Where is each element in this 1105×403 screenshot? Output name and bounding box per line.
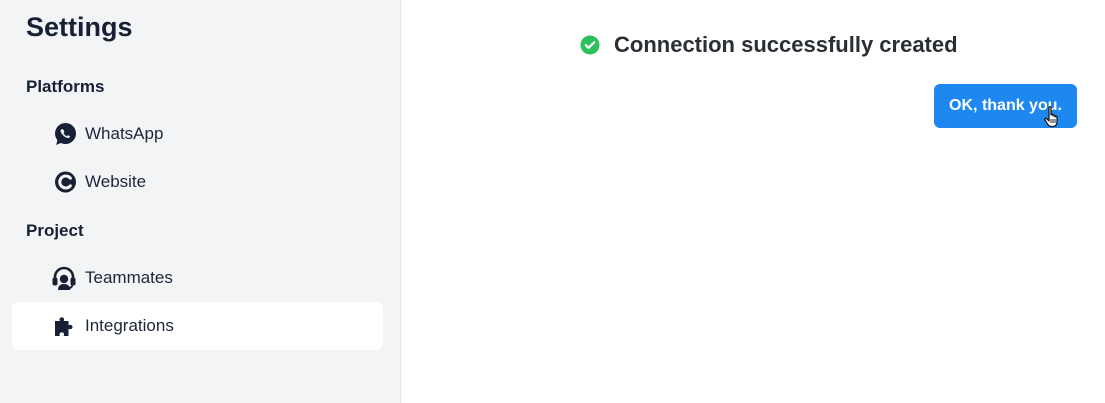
sidebar-item-label: Teammates [85, 268, 173, 287]
sidebar-title: Settings [26, 12, 133, 42]
app-window: Settings Platforms WhatsApp Website Proj… [0, 0, 1105, 403]
headset-icon [51, 266, 77, 290]
website-icon [53, 170, 77, 194]
success-message: Connection successfully created [580, 30, 958, 60]
sidebar-item-label: WhatsApp [85, 124, 164, 143]
puzzle-icon [53, 314, 77, 338]
success-text: Connection successfully created [614, 32, 958, 57]
settings-sidebar: Settings Platforms WhatsApp Website Proj… [0, 0, 401, 403]
sidebar-item-website[interactable]: Website [12, 158, 383, 206]
hand-cursor-icon [1044, 106, 1058, 128]
main-panel: Connection successfully created OK, than… [401, 0, 1105, 403]
section-heading-platforms: Platforms [26, 77, 105, 96]
sidebar-item-integrations[interactable]: Integrations [12, 302, 383, 350]
sidebar-item-label: Website [85, 172, 147, 191]
sidebar-item-whatsapp[interactable]: WhatsApp [12, 110, 383, 158]
check-circle-icon [580, 35, 600, 55]
sidebar-item-label: Integrations [85, 316, 174, 335]
whatsapp-icon [53, 122, 77, 146]
sidebar-item-teammates[interactable]: Teammates [12, 254, 383, 302]
section-heading-project: Project [26, 221, 84, 240]
